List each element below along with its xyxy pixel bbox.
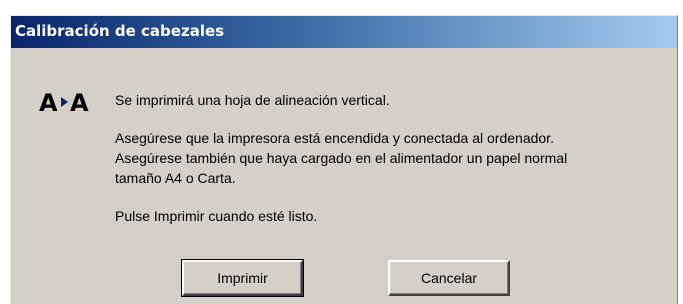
message-paper-size: tamaño A4 o Carta. <box>115 170 236 186</box>
calibration-dialog: Calibración de cabezales A A Se imprimir… <box>10 15 678 304</box>
message-printer-on: Asegúrese que la impresora está encendid… <box>115 130 554 146</box>
title-bar[interactable]: Calibración de cabezales <box>11 16 677 48</box>
dialog-title: Calibración de cabezales <box>15 22 225 40</box>
svg-text:A: A <box>70 89 89 115</box>
message-paper-loaded: Asegúrese también que haya cargado en el… <box>115 150 568 166</box>
svg-text:A: A <box>39 89 58 115</box>
print-button[interactable]: Imprimir <box>181 259 304 297</box>
message-press-print: Pulse Imprimir cuando esté listo. <box>115 208 318 224</box>
message-alignment-sheet: Se imprimirá una hoja de alineación vert… <box>115 92 390 108</box>
align-aa-icon: A A <box>39 89 89 115</box>
cancel-button[interactable]: Cancelar <box>388 260 510 296</box>
